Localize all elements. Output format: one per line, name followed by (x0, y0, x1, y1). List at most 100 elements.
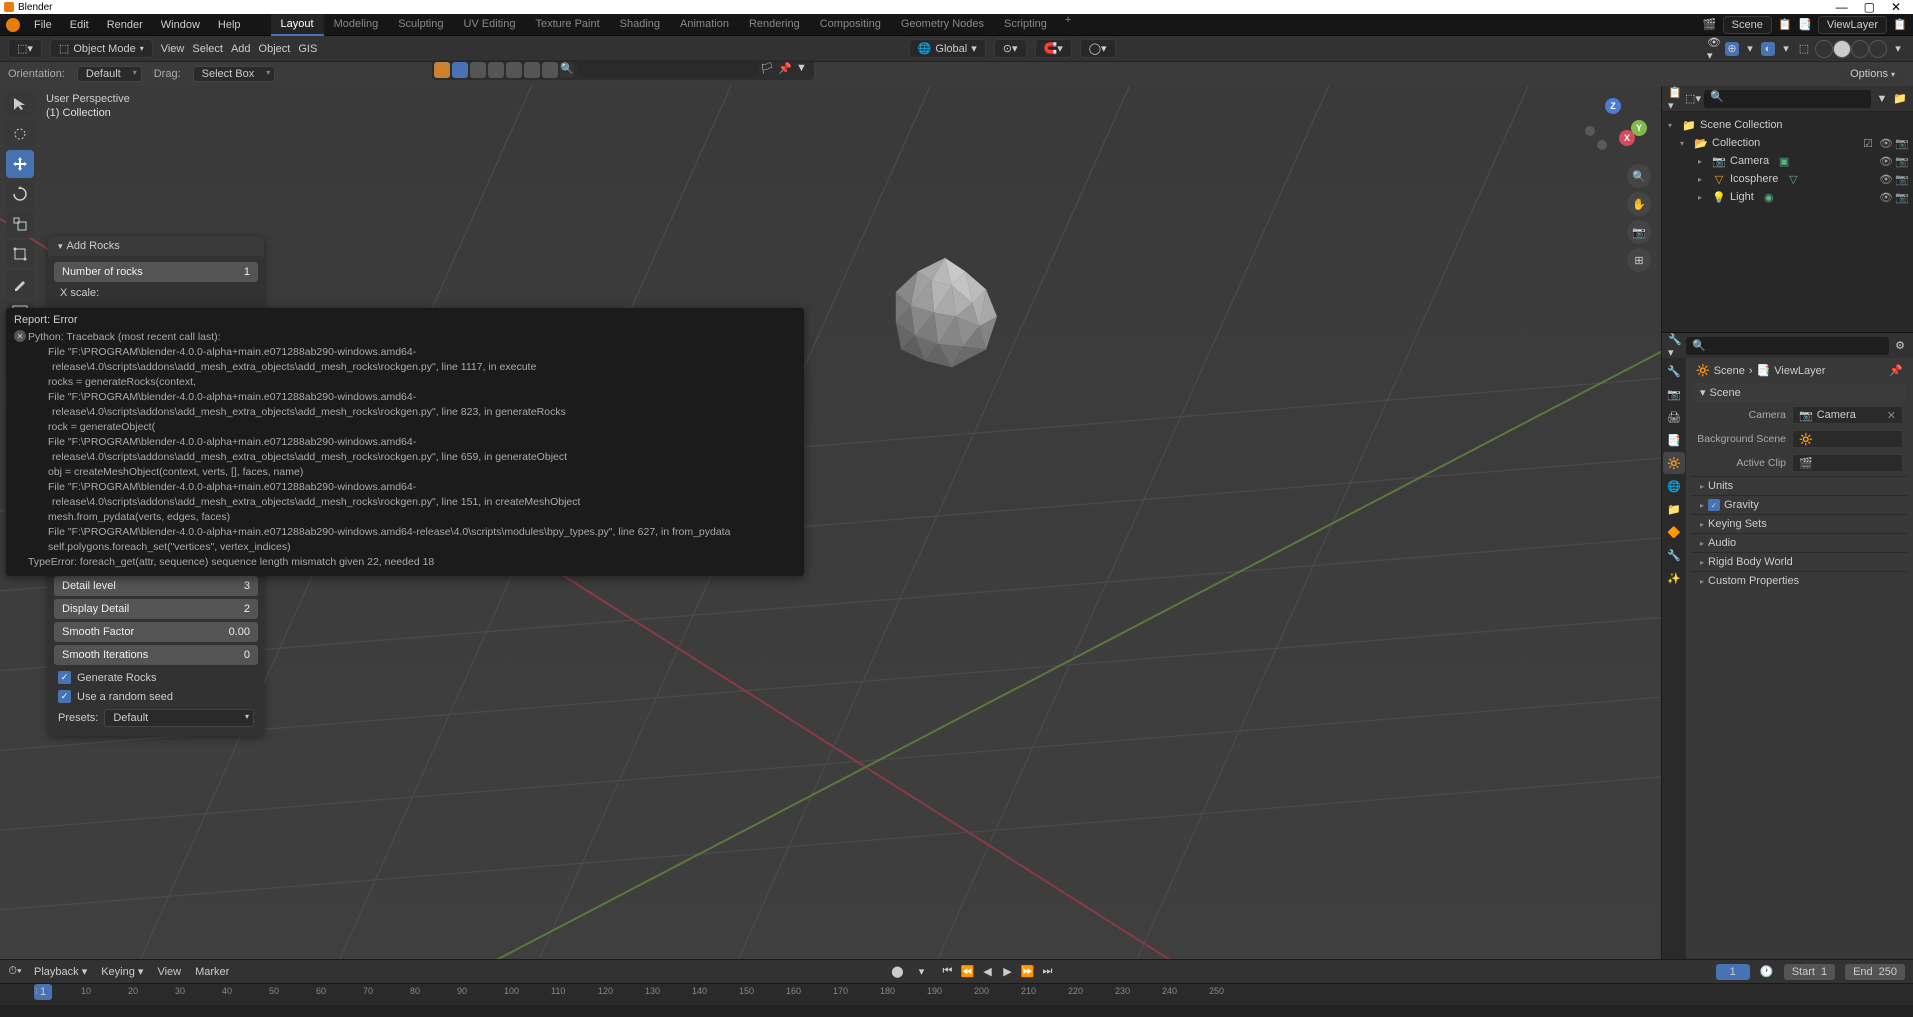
overlay-toggle[interactable]: ◐ (1761, 42, 1775, 56)
select-all-icon[interactable] (452, 62, 468, 78)
timeline-marker[interactable]: Marker (193, 966, 231, 978)
timeline-ruler[interactable]: 1 11020304050607080901001101201301401501… (0, 983, 1913, 1005)
icosphere-object[interactable] (875, 251, 1015, 381)
header-add[interactable]: Add (231, 43, 251, 55)
tool-scale[interactable] (6, 210, 34, 238)
header-object[interactable]: Object (259, 43, 291, 55)
tab-modeling[interactable]: Modeling (324, 14, 389, 36)
scene-icon[interactable]: 🎬 (1703, 18, 1717, 32)
breadcrumb-viewlayer[interactable]: ViewLayer (1774, 365, 1825, 377)
gravity-section[interactable]: ▸✓Gravity (1692, 495, 1907, 514)
disable-icon[interactable]: 📷 (1895, 155, 1907, 167)
smooth-iter-field[interactable]: Smooth Iterations 0 (54, 645, 258, 665)
tab-render[interactable]: 📷 (1663, 383, 1685, 405)
audio-section[interactable]: ▸Audio (1692, 533, 1907, 552)
expand-icon[interactable]: ▸ (1698, 175, 1708, 184)
shading-dropdown[interactable]: ▾ (1891, 42, 1905, 56)
disable-icon[interactable]: 📷 (1895, 173, 1907, 185)
pan-button[interactable]: ✋ (1627, 192, 1651, 216)
tab-particles[interactable]: ✨ (1663, 567, 1685, 589)
hide-icon[interactable]: 👁 (1879, 155, 1891, 167)
tool-icon-4[interactable] (524, 62, 540, 78)
operator-panel-header[interactable]: ▾ Add Rocks (48, 236, 264, 256)
editor-type-dropdown[interactable]: ⬚▾ (8, 39, 42, 58)
shading-wireframe[interactable] (1815, 40, 1833, 58)
auto-key-dropdown[interactable]: ▾ (914, 965, 928, 979)
viewlayer-selector[interactable]: ViewLayer (1818, 16, 1887, 34)
exclude-checkbox[interactable]: ☑ (1863, 137, 1875, 149)
new-viewlayer-icon[interactable]: 📋 (1893, 18, 1907, 32)
tab-scripting[interactable]: Scripting (994, 14, 1057, 36)
hide-icon[interactable]: 👁 (1879, 173, 1891, 185)
bg-field-value[interactable]: 🔆 (1792, 430, 1903, 448)
header-gis[interactable]: GIS (298, 43, 317, 55)
play-button[interactable]: ▶ (998, 963, 1016, 981)
axis-z[interactable]: Z (1605, 98, 1621, 114)
scene-selector[interactable]: Scene (1723, 16, 1772, 34)
search-input[interactable] (578, 62, 758, 78)
tool-rotate[interactable] (6, 180, 34, 208)
tool-icon-3[interactable] (506, 62, 522, 78)
tab-viewlayer[interactable]: 📑 (1663, 429, 1685, 451)
play-reverse-button[interactable]: ◀ (978, 963, 996, 981)
pivot-dropdown[interactable]: ⊙▾ (994, 39, 1027, 58)
menu-help[interactable]: Help (210, 17, 249, 33)
outliner-item-light[interactable]: ▸ 💡 Light ◉ 👁 📷 (1662, 188, 1913, 206)
custom-properties-section[interactable]: ▸Custom Properties (1692, 571, 1907, 590)
visibility-icon[interactable]: 👁▾ (1707, 42, 1721, 56)
clear-icon[interactable]: ✕ (1887, 409, 1896, 422)
detail-field[interactable]: Detail level 3 (54, 576, 258, 596)
tab-rendering[interactable]: Rendering (739, 14, 810, 36)
axis-x[interactable]: X (1619, 130, 1635, 146)
orientation-preset[interactable]: Default (77, 66, 142, 82)
tool-move[interactable] (6, 150, 34, 178)
pin-icon[interactable]: 📌 (1889, 364, 1903, 377)
outliner-type-icon[interactable]: 📋▾ (1668, 92, 1682, 106)
zoom-button[interactable]: 🔍 (1627, 164, 1651, 188)
pin-icon[interactable]: 📌 (778, 62, 794, 78)
current-frame[interactable]: 1 (1716, 964, 1750, 980)
menu-file[interactable]: File (26, 17, 60, 33)
navigation-gizmo[interactable]: Z Y X (1583, 98, 1643, 158)
menu-edit[interactable]: Edit (62, 17, 97, 33)
shading-material[interactable] (1851, 40, 1869, 58)
tab-compositing[interactable]: Compositing (810, 14, 891, 36)
scene-section-header[interactable]: ▾ Scene (1692, 383, 1907, 402)
minimize-button[interactable]: — (1836, 0, 1848, 14)
end-frame-field[interactable]: End 250 (1845, 964, 1905, 980)
tool-icon-1[interactable] (470, 62, 486, 78)
axis-neg-y[interactable] (1585, 126, 1595, 136)
timeline-view[interactable]: View (155, 966, 183, 978)
expand-icon[interactable]: ▸ (1698, 193, 1708, 202)
tab-output[interactable]: 🖨 (1663, 406, 1685, 428)
tab-layout[interactable]: Layout (271, 14, 324, 36)
random-seed-checkbox[interactable]: ✓ Use a random seed (54, 687, 258, 706)
tool-cursor[interactable] (6, 120, 34, 148)
clip-field-value[interactable]: 🎬 (1792, 454, 1903, 472)
header-select[interactable]: Select (192, 43, 223, 55)
keyframe-prev-button[interactable]: ⏪ (958, 963, 976, 981)
timeline-type-icon[interactable]: ⏱▾ (8, 965, 22, 979)
maximize-button[interactable]: ▢ (1864, 0, 1875, 14)
tab-tool[interactable]: 🔧 (1663, 360, 1685, 382)
timeline-playback[interactable]: Playback ▾ (32, 965, 89, 978)
properties-search[interactable]: 🔍 (1686, 337, 1889, 355)
matcap-icon[interactable] (434, 62, 450, 78)
properties-type-icon[interactable]: 🔧▾ (1668, 339, 1682, 353)
3d-viewport[interactable]: User Perspective (1) Collection Z Y X 🔍 … (0, 86, 1661, 959)
close-button[interactable]: ✕ (1891, 0, 1901, 14)
expand-icon[interactable]: ▾ (1668, 121, 1678, 130)
auto-key-icon[interactable]: ⬤ (890, 965, 904, 979)
tab-collection[interactable]: 📁 (1663, 498, 1685, 520)
camera-view-button[interactable]: 📷 (1627, 220, 1651, 244)
header-view[interactable]: View (161, 43, 185, 55)
filter-icon[interactable]: ▼ (1875, 92, 1889, 106)
outliner-item-icosphere[interactable]: ▸ ▽ Icosphere ▽ 👁 📷 (1662, 170, 1913, 188)
keyframe-next-button[interactable]: ⏩ (1018, 963, 1036, 981)
blender-logo-icon[interactable] (6, 18, 20, 32)
overlay-dropdown[interactable]: ▾ (1779, 42, 1793, 56)
disable-icon[interactable]: 📷 (1895, 137, 1907, 149)
start-frame-field[interactable]: Start 1 (1784, 964, 1835, 980)
expand-icon[interactable]: ▸ (1698, 157, 1708, 166)
outliner-display-icon[interactable]: ⬚▾ (1686, 92, 1700, 106)
